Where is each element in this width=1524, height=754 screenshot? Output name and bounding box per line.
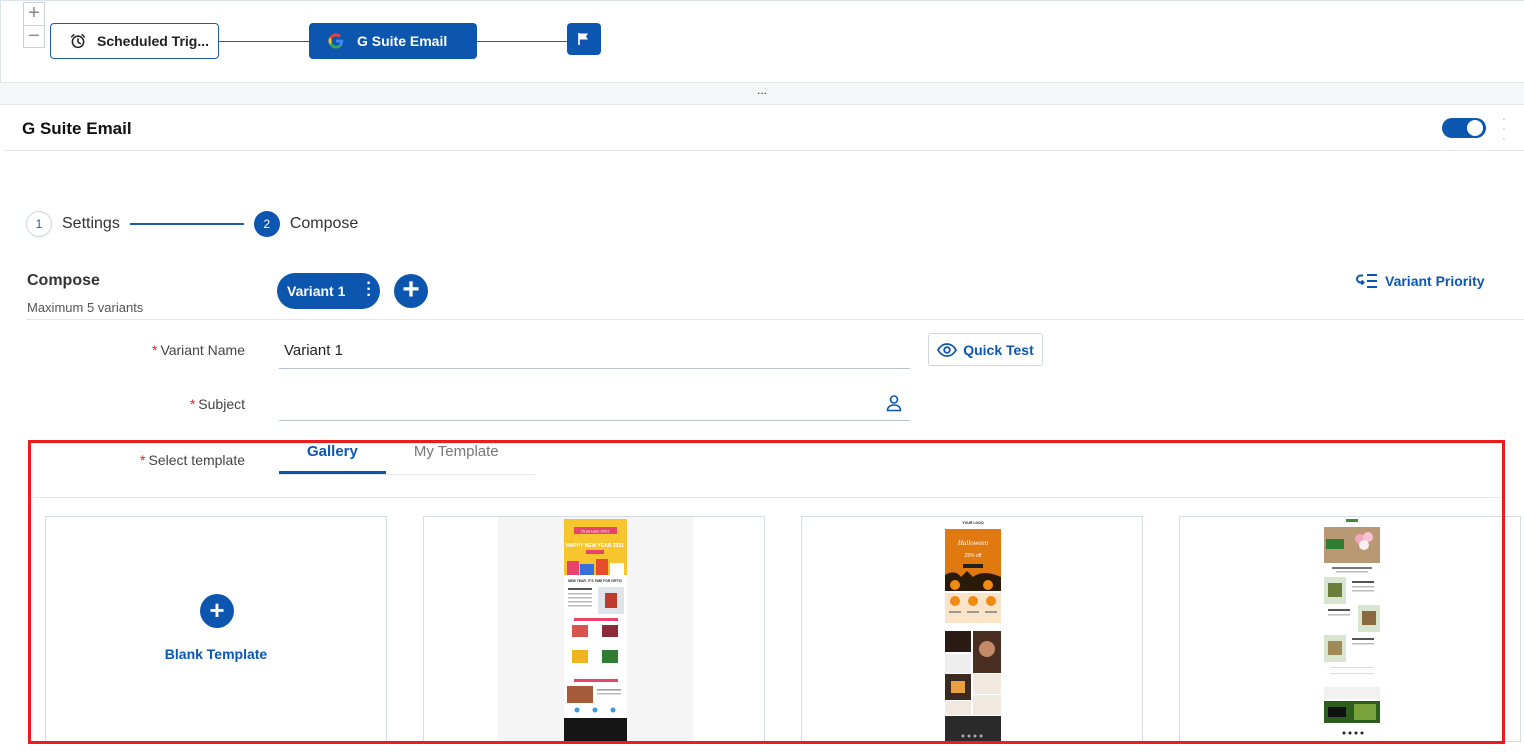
panel-title: G Suite Email	[22, 119, 132, 138]
connector-line	[477, 41, 567, 42]
add-variant-button[interactable]: +	[394, 274, 428, 308]
thumb-headline: HAPPY NEW YEAR 2021	[566, 543, 624, 549]
end-node[interactable]	[567, 23, 601, 55]
trigger-node-label: Scheduled Trig...	[97, 33, 210, 49]
blank-template-card[interactable]: + Blank Template	[45, 516, 387, 742]
gsuite-node-label: G Suite Email	[357, 33, 448, 49]
template-card-new-year[interactable]: 25 january 2021 HAPPY NEW YEAR 2021 NEW …	[423, 516, 765, 742]
subject-label: * Subject	[25, 396, 245, 412]
tab-gallery[interactable]: Gallery	[279, 440, 386, 474]
compose-divider	[26, 319, 1524, 320]
variant-pill-label: Variant 1	[287, 283, 346, 299]
zoom-controls: + −	[23, 2, 45, 48]
personalize-user-icon[interactable]	[885, 394, 903, 412]
connector-line	[219, 41, 309, 42]
add-icon: +	[200, 594, 234, 628]
step-2-circle[interactable]: 2	[253, 211, 280, 237]
thumb-headline: Halloween	[957, 539, 989, 547]
variant-more-icon[interactable]: · · ·	[366, 276, 372, 304]
thumb-subhead: NEW YEAR. IT'S TIME FOR GIFTS!	[568, 579, 622, 583]
google-g-icon	[328, 33, 344, 49]
variant-priority-button[interactable]: Variant Priority	[1356, 272, 1485, 290]
required-mark: *	[151, 342, 158, 358]
stepper: 1 Settings 2 Compose	[26, 210, 358, 238]
zoom-out-button[interactable]: −	[24, 25, 44, 47]
panel-more-icon[interactable]: · · ·	[1501, 111, 1507, 145]
template-card-halloween[interactable]: YOUR LOGO Halloween 25% off	[801, 516, 1143, 742]
thumb-badge-text: 25 january 2021	[581, 529, 610, 534]
flag-icon	[578, 33, 588, 45]
variant-name-label-text: Variant Name	[160, 342, 245, 358]
template-card-florist[interactable]	[1179, 516, 1521, 742]
eye-icon	[937, 342, 958, 357]
priority-list-icon	[1356, 274, 1377, 288]
quick-test-button[interactable]: Quick Test	[928, 333, 1043, 366]
thumb-logo-text: YOUR LOGO	[962, 521, 984, 525]
panel-resize-handle[interactable]: ...	[0, 82, 1524, 105]
quick-test-label: Quick Test	[963, 341, 1034, 358]
compose-subtitle: Maximum 5 variants	[27, 300, 144, 315]
thumb-offer: 25% off	[965, 553, 982, 559]
gsuite-email-node[interactable]: G Suite Email	[309, 23, 477, 59]
select-template-label-text: Select template	[148, 452, 246, 468]
step-1-circle[interactable]: 1	[26, 211, 52, 237]
template-tabs: Gallery My Template	[279, 440, 535, 475]
workflow-canvas: + − Scheduled Trig... G Suite Email	[0, 0, 1524, 82]
subject-input[interactable]	[279, 392, 910, 421]
step-1-label[interactable]: Settings	[62, 215, 120, 233]
step-2-label[interactable]: Compose	[290, 215, 358, 233]
blank-template-label: Blank Template	[164, 646, 268, 662]
gallery-divider	[31, 497, 1501, 498]
select-template-label: * Select template	[25, 452, 245, 468]
template-thumbnail	[1320, 517, 1384, 741]
alarm-clock-icon	[70, 33, 86, 49]
step-connector	[129, 223, 244, 225]
enable-toggle[interactable]	[1442, 118, 1486, 138]
variant-name-label: * Variant Name	[25, 342, 245, 358]
variant-priority-label: Variant Priority	[1385, 273, 1485, 289]
panel-header: G Suite Email · · ·	[4, 105, 1524, 151]
required-mark: *	[189, 396, 196, 412]
compose-title: Compose	[27, 272, 100, 289]
template-thumbnail: YOUR LOGO Halloween 25% off	[943, 517, 1003, 741]
zoom-in-button[interactable]: +	[24, 3, 44, 25]
required-mark: *	[140, 452, 146, 468]
variant-name-input[interactable]: Variant 1	[279, 340, 910, 369]
scheduled-trigger-node[interactable]: Scheduled Trig...	[50, 23, 219, 59]
subject-label-text: Subject	[198, 396, 245, 412]
tab-my-template[interactable]: My Template	[386, 440, 527, 474]
variant-1-pill[interactable]: Variant 1 · · ·	[277, 273, 380, 309]
template-thumbnail: 25 january 2021 HAPPY NEW YEAR 2021 NEW …	[498, 517, 693, 741]
